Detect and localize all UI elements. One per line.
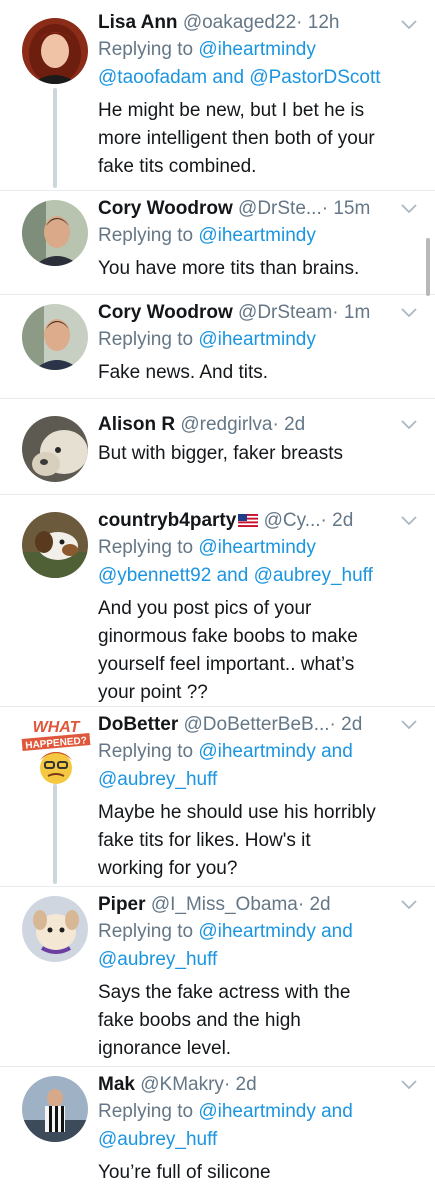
tweet[interactable]: Cory Woodrow @DrSteam· 1m Replying to @i… [0, 294, 435, 398]
avatar[interactable] [22, 512, 88, 578]
replying-to: Replying to @iheartmindy and [98, 1101, 353, 1122]
svg-text:HAPPENED?: HAPPENED? [25, 735, 87, 751]
mention-link[interactable]: @aubrey_huff [98, 766, 401, 794]
tweet[interactable]: Lisa Ann @oakaged22· 12h Replying to @ih… [0, 0, 435, 190]
tweet-text: But with bigger, faker breasts [98, 443, 344, 464]
chevron-down-icon[interactable] [401, 720, 417, 730]
what-happened-logo: WHAT HAPPENED? [21, 719, 91, 784]
tweet-text: And you post pics of your ginormous fake… [98, 598, 358, 703]
display-name[interactable]: DoBetter [98, 714, 178, 735]
timestamp[interactable]: · 2d [273, 414, 306, 435]
svg-text:WHAT: WHAT [33, 719, 81, 736]
tweet-text: Fake news. And tits. [98, 362, 269, 383]
mention-link[interactable]: @iheartmindy and [198, 1101, 352, 1122]
display-name[interactable]: Alison R [98, 414, 175, 435]
display-name[interactable]: countryb4party [98, 510, 236, 531]
mention-link[interactable]: @iheartmindy [198, 537, 316, 558]
tweet-text: You’re full of silicone [98, 1162, 271, 1183]
timestamp[interactable]: · 2d [298, 894, 331, 915]
timestamp[interactable]: · 12h [296, 12, 339, 33]
chevron-down-icon[interactable] [401, 900, 417, 910]
replying-to: Replying to @iheartmindy [98, 329, 316, 350]
tweet-text: Says the fake actress with the fake boob… [98, 982, 351, 1059]
avatar[interactable] [22, 896, 88, 962]
tweet[interactable]: Mak @KMakry· 2d Replying to @iheartmindy… [0, 1066, 435, 1200]
mention-link[interactable]: @ybennett92 and @aubrey_huff [98, 562, 401, 590]
timestamp[interactable]: · 2d [321, 510, 354, 531]
avatar[interactable] [22, 1076, 88, 1142]
tweet-text: You have more tits than brains. [98, 258, 360, 279]
display-name[interactable]: Piper [98, 894, 146, 915]
user-handle[interactable]: @DrSte... [238, 198, 322, 219]
mention-link[interactable]: @iheartmindy and [198, 741, 352, 762]
tweet-text: He might be new, but I bet he is more in… [98, 100, 375, 177]
avatar[interactable] [22, 18, 88, 84]
avatar[interactable]: WHAT HAPPENED? [18, 716, 94, 790]
replying-to: Replying to @iheartmindy [98, 537, 316, 558]
chevron-down-icon[interactable] [401, 20, 417, 30]
display-name[interactable]: Mak [98, 1074, 135, 1095]
timestamp[interactable]: · 2d [224, 1074, 257, 1095]
tweet[interactable]: Piper @I_Miss_Obama· 2d Replying to @ihe… [0, 886, 435, 1066]
mention-link[interactable]: @iheartmindy [198, 39, 316, 60]
chevron-down-icon[interactable] [401, 420, 417, 430]
replying-to: Replying to @iheartmindy and [98, 741, 353, 762]
display-name[interactable]: Cory Woodrow [98, 198, 233, 219]
tweet[interactable]: countryb4party @Cy...· 2d Replying to @i… [0, 494, 435, 706]
mention-link[interactable]: @aubrey_huff [98, 1126, 401, 1154]
avatar[interactable] [22, 304, 88, 370]
timestamp[interactable]: · 1m [332, 302, 370, 323]
tweet-text: Maybe he should use his horribly fake ti… [98, 802, 376, 879]
replying-to: Replying to @iheartmindy [98, 39, 316, 60]
display-name[interactable]: Lisa Ann [98, 12, 178, 33]
tweet[interactable]: Alison R @redgirlva· 2d But with bigger,… [0, 398, 435, 494]
timestamp[interactable]: · 2d [330, 714, 363, 735]
chevron-down-icon[interactable] [401, 308, 417, 318]
user-handle[interactable]: @redgirlva [180, 414, 272, 435]
chevron-down-icon[interactable] [401, 1080, 417, 1090]
mention-link[interactable]: @iheartmindy [198, 225, 316, 246]
user-handle[interactable]: @KMakry [140, 1074, 224, 1095]
mention-link[interactable]: @aubrey_huff [98, 946, 401, 974]
us-flag-icon [238, 514, 259, 527]
user-handle[interactable]: @DrSteam [238, 302, 332, 323]
timestamp[interactable]: · 15m [322, 198, 371, 219]
display-name[interactable]: Cory Woodrow [98, 302, 233, 323]
user-handle[interactable]: @Cy... [264, 510, 321, 531]
tweet[interactable]: Cory Woodrow @DrSte...· 15m Replying to … [0, 190, 435, 294]
replying-to: Replying to @iheartmindy and [98, 921, 353, 942]
avatar[interactable] [22, 200, 88, 266]
mention-link[interactable]: @taoofadam and @PastorDScott [98, 64, 401, 92]
user-handle[interactable]: @oakaged22 [183, 12, 296, 33]
avatar[interactable] [22, 416, 88, 482]
user-handle[interactable]: @DoBetterBeB... [184, 714, 330, 735]
tweet[interactable]: WHAT HAPPENED? DoBetter @DoBetterBeB...·… [0, 706, 435, 886]
scrollbar[interactable] [426, 238, 430, 296]
chevron-down-icon[interactable] [401, 204, 417, 214]
chevron-down-icon[interactable] [401, 516, 417, 526]
replying-to: Replying to @iheartmindy [98, 225, 316, 246]
mention-link[interactable]: @iheartmindy and [198, 921, 352, 942]
mention-link[interactable]: @iheartmindy [198, 329, 316, 350]
user-handle[interactable]: @I_Miss_Obama [151, 894, 298, 915]
